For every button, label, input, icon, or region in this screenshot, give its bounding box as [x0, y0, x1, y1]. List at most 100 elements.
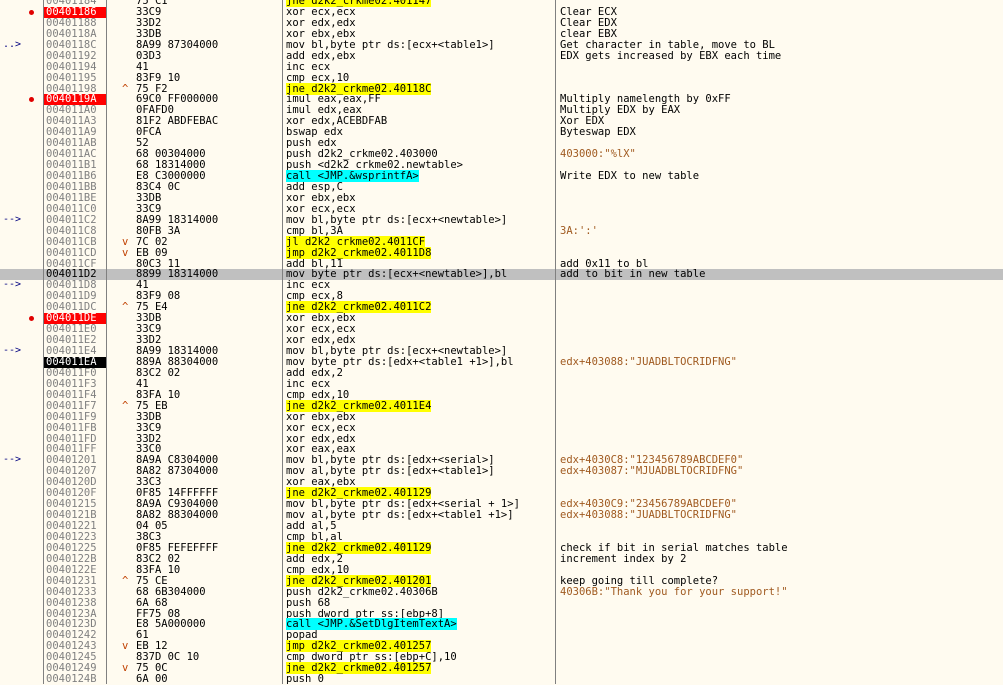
jump-gutter: [0, 609, 44, 620]
address[interactable]: 00401194: [44, 62, 106, 73]
opcode-bytes: 41: [136, 62, 282, 73]
comment[interactable]: Byteswap EDX: [560, 127, 636, 138]
disasm-row[interactable]: 004011CBv7C 02jl d2k2_crkme02.4011CF: [0, 237, 1003, 248]
address[interactable]: 00401231: [44, 576, 106, 587]
disasm-row[interactable]: 0040124B6A 00push 0: [0, 674, 1003, 685]
address[interactable]: 00401195: [44, 73, 106, 84]
jump-gutter: [0, 576, 44, 587]
opcode-bytes: 80FB 3A: [136, 226, 282, 237]
instruction-text: cmp ecx,10: [286, 72, 349, 84]
jump-gutter: [0, 598, 44, 609]
comment[interactable]: add to bit in new table: [560, 269, 705, 280]
address[interactable]: 004011F9: [44, 412, 106, 423]
jump-gutter: [0, 357, 44, 368]
instruction[interactable]: jl d2k2_crkme02.4011CF: [286, 237, 556, 248]
disasm-row[interactable]: 004011F7^75 EBjne d2k2_crkme02.4011E4: [0, 401, 1003, 412]
jump-gutter: [0, 127, 44, 138]
address[interactable]: 00401233: [44, 587, 106, 598]
jump-gutter: [0, 51, 44, 62]
disassembly-view[interactable]: 00401184^75 C1jne d2k2_crkme02.401147004…: [0, 0, 1003, 685]
jump-gutter: [0, 302, 44, 313]
disasm-row[interactable]: 0040119583F9 10cmp ecx,10: [0, 73, 1003, 84]
jump-gutter: [0, 368, 44, 379]
instruction[interactable]: call <JMP.&SetDlgItemTextA>: [286, 619, 556, 630]
comment[interactable]: 403000:"%lX": [560, 149, 636, 160]
jump-gutter: [0, 499, 44, 510]
jump-gutter: [0, 674, 44, 685]
opcode-bytes: 83C2 02: [136, 368, 282, 379]
jump-gutter: [0, 521, 44, 532]
comment[interactable]: edx+403087:"MJUADBLTOCRIDFNG": [560, 466, 743, 477]
comment[interactable]: increment index by 2: [560, 554, 686, 565]
jump-gutter: -->: [0, 280, 44, 291]
jump-gutter: [0, 477, 44, 488]
disasm-row[interactable]: 004011FB33C9xor ecx,ecx: [0, 423, 1003, 434]
jump-gutter: [0, 554, 44, 565]
disasm-row[interactable]: 004011F933DBxor ebx,ebx: [0, 412, 1003, 423]
jump-gutter: [0, 105, 44, 116]
comment[interactable]: keep going till complete?: [560, 576, 718, 587]
comment[interactable]: edx+403088:"JUADBLTOCRIDFNG": [560, 510, 737, 521]
jump-gutter: [0, 390, 44, 401]
instruction[interactable]: push 0: [286, 674, 556, 685]
jump-gutter: [0, 587, 44, 598]
jump-gutter: [0, 248, 44, 259]
disasm-row[interactable]: 0040123DE8 5A000000call <JMP.&SetDlgItem…: [0, 619, 1003, 630]
jump-gutter: [0, 652, 44, 663]
address[interactable]: 004011F7: [44, 401, 106, 412]
disasm-row[interactable]: 004011C8 80FB 3A cmp bl,3A 3A:':': [0, 226, 1003, 237]
breakpoint-icon[interactable]: [29, 316, 34, 321]
breakpoint-icon[interactable]: [29, 10, 34, 15]
disasm-row[interactable]: 0040123368 6B304000push d2k2_crkme02.403…: [0, 587, 1003, 598]
column-separator: [555, 0, 556, 684]
jump-target-arrow-icon: -->: [3, 346, 21, 357]
disasm-row[interactable]: 004011D28899 18314000mov byte ptr ds:[ec…: [0, 269, 1003, 280]
breakpoint-icon[interactable]: [29, 97, 34, 102]
jump-gutter: [0, 324, 44, 335]
column-separator: [106, 0, 107, 684]
column-separator: [282, 0, 283, 684]
jump-gutter: [0, 84, 44, 95]
address[interactable]: 004011C8: [44, 226, 106, 237]
disasm-row[interactable]: 00401231^75 CEjne d2k2_crkme02.401201kee…: [0, 576, 1003, 587]
jump-gutter: [0, 171, 44, 182]
comment[interactable]: 3A:':': [560, 226, 598, 237]
comment[interactable]: 40306B:"Thank you for your support!": [560, 587, 788, 598]
jump-gutter: [0, 7, 44, 18]
comment[interactable]: Write EDX to new table: [560, 171, 699, 182]
opcode-bytes: 03D3: [136, 51, 282, 62]
instruction[interactable]: jne d2k2_crkme02.401257: [286, 663, 556, 674]
jump-gutter: [0, 434, 44, 445]
jump-gutter: [0, 18, 44, 29]
address[interactable]: 004011CB: [44, 237, 106, 248]
jump-gutter: [0, 401, 44, 412]
jump-target-arrow-icon: -->: [3, 280, 21, 291]
instruction[interactable]: cmp bl,3A: [286, 226, 556, 237]
comment[interactable]: EDX gets increased by EBX each time: [560, 51, 781, 62]
jump-gutter: [0, 291, 44, 302]
disasm-row[interactable]: 0040119441inc ecx: [0, 62, 1003, 73]
opcode-bytes: 75 EB: [136, 401, 282, 412]
disasm-row[interactable]: 004011CDvEB 09jmp d2k2_crkme02.4011D8: [0, 248, 1003, 259]
disasm-row[interactable]: 0040119203D3add edx,ebxEDX gets increase…: [0, 51, 1003, 62]
jump-gutter: [0, 116, 44, 127]
jump-gutter: [0, 510, 44, 521]
address[interactable]: 00401192: [44, 51, 106, 62]
jump-gutter: [0, 94, 44, 105]
address[interactable]: 004011CD: [44, 248, 106, 259]
address[interactable]: 004011FB: [44, 423, 106, 434]
comment[interactable]: edx+403088:"JUADBLTOCRIDFNG": [560, 357, 737, 368]
instruction-text: cmp edx,10: [286, 564, 349, 576]
jump-down-icon: v: [122, 248, 134, 259]
jump-gutter: [0, 663, 44, 674]
jump-gutter: [0, 641, 44, 652]
disasm-row[interactable]: 004011A90FCAbswap edxByteswap EDX: [0, 127, 1003, 138]
instruction[interactable]: cmp ecx,10: [286, 73, 556, 84]
opcode-bytes: 8899 18314000: [136, 269, 282, 280]
disasm-row[interactable]: 004012386A 68push 68: [0, 598, 1003, 609]
jump-gutter: [0, 630, 44, 641]
disasm-row[interactable]: 004011F083C2 02add edx,2: [0, 368, 1003, 379]
jump-gutter: [0, 62, 44, 73]
address[interactable]: 0040124B: [44, 674, 106, 685]
address[interactable]: 00401238: [44, 598, 106, 609]
